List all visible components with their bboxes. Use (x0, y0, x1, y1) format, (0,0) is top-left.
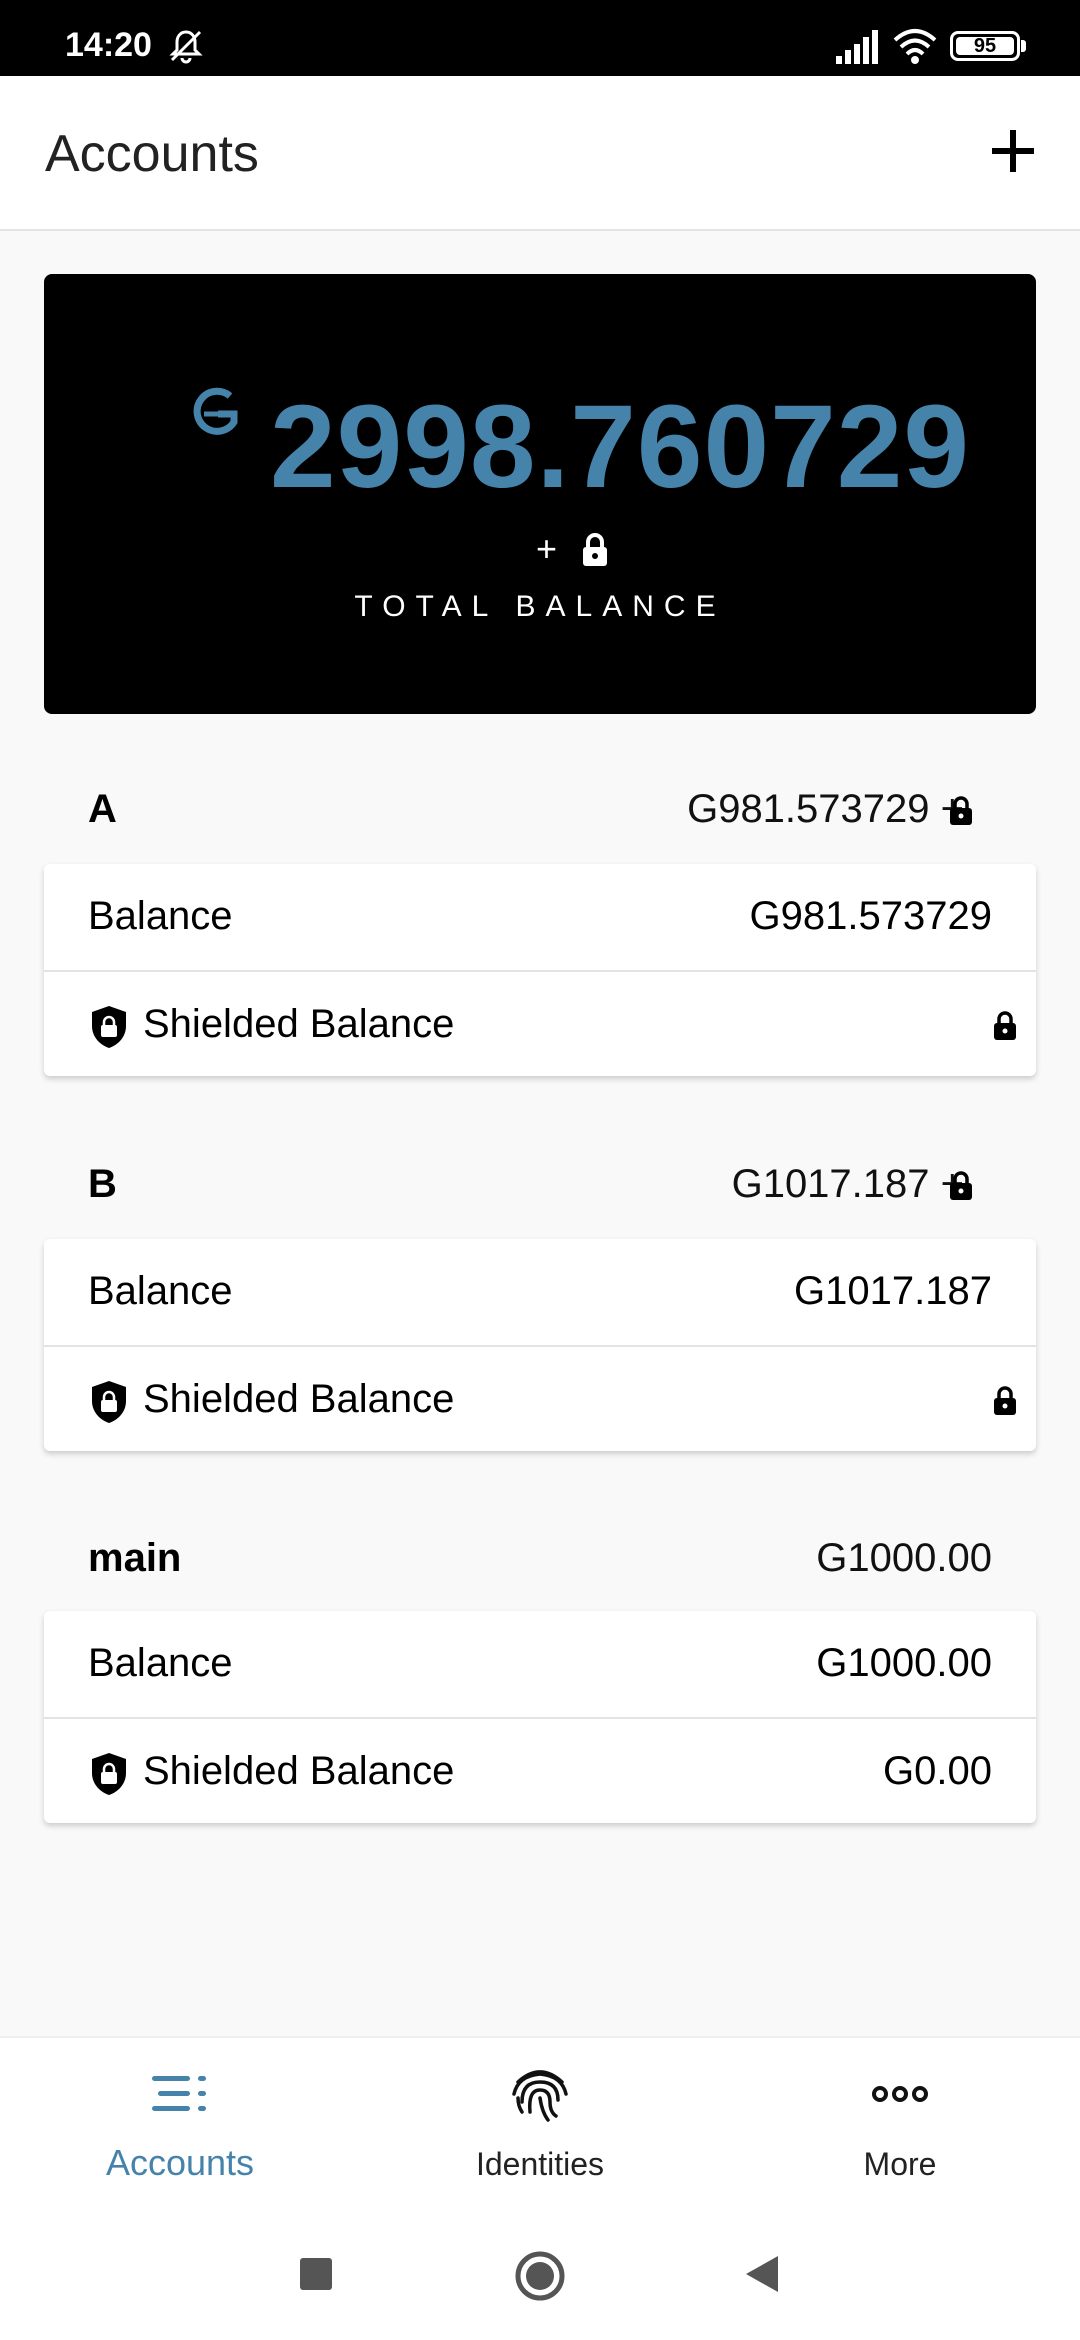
page-title: Accounts (45, 125, 259, 183)
app-header: Accounts (0, 76, 1080, 231)
battery-level: 95 (973, 35, 997, 57)
total-plus: + (536, 528, 558, 569)
nav-label: Accounts (105, 2142, 255, 2183)
fingerprint-icon (512, 2070, 568, 2122)
account-total: G1017.187 + (731, 1162, 964, 1206)
balance-label: Balance (88, 1269, 233, 1313)
system-navigation-bar (0, 2210, 1080, 2340)
balance-label: Balance (88, 1641, 233, 1685)
balance-row: Balance G1000.00 (44, 1611, 1036, 1717)
nav-label: More (863, 2146, 937, 2182)
account-total: G1000.00 (816, 1536, 992, 1580)
back-button[interactable] (744, 2254, 780, 2294)
nav-accounts[interactable]: Accounts (0, 2038, 360, 2212)
shielded-balance-row: Shielded Balance (44, 970, 1036, 1076)
total-balance-label: TOTAL BALANCE (354, 590, 726, 623)
lock-icon (994, 1011, 1016, 1040)
wifi-icon (893, 29, 937, 64)
shielded-balance-row: Shielded Balance G0.00 (44, 1717, 1036, 1823)
shielded-balance-row: Shielded Balance (44, 1345, 1036, 1451)
shielded-balance-label: Shielded Balance (143, 1002, 455, 1046)
lock-icon (950, 1171, 972, 1200)
add-account-button[interactable] (980, 118, 1046, 184)
mute-icon (169, 30, 203, 64)
balance-label: Balance (88, 894, 233, 938)
balance-value: G981.573729 (749, 894, 992, 938)
shielded-balance-value: G0.00 (883, 1749, 992, 1793)
balance-value: G1017.187 (794, 1269, 992, 1313)
total-balance-amount: 2998.760729 (270, 381, 971, 513)
recents-button[interactable] (300, 2258, 332, 2290)
account-card[interactable]: Balance G1000.00 Shielded Balance G0.00 (44, 1611, 1036, 1823)
home-button[interactable] (514, 2250, 566, 2302)
account-name[interactable]: main (88, 1536, 181, 1581)
nav-identities[interactable]: Identities (360, 2038, 720, 2212)
lock-icon (583, 533, 607, 566)
battery-indicator: 95 (950, 31, 1020, 61)
bottom-navigation: Accounts Identities More (0, 2036, 1080, 2210)
list-icon (152, 2076, 206, 2111)
account-card[interactable]: Balance G981.573729 Shielded Balance (44, 864, 1036, 1076)
gtu-symbol-icon (193, 387, 238, 435)
shield-icon (92, 1006, 126, 1048)
lock-icon (994, 1386, 1016, 1415)
status-time: 14:20 (65, 26, 152, 64)
status-bar: 14:20 95 (0, 0, 1080, 76)
signal-icon (836, 30, 878, 64)
balance-row: Balance G1017.187 (44, 1239, 1036, 1345)
total-balance-card: 2998.760729 + TOTAL BALANCE (44, 274, 1036, 714)
shield-icon (92, 1381, 126, 1423)
account-total: G981.573729 + (687, 787, 964, 831)
account-name[interactable]: B (88, 1162, 117, 1207)
nav-more[interactable]: More (720, 2038, 1080, 2212)
shielded-balance-label: Shielded Balance (143, 1377, 455, 1421)
lock-icon (950, 796, 972, 825)
more-icon (872, 2086, 928, 2102)
balance-row: Balance G981.573729 (44, 864, 1036, 970)
nav-label: Identities (475, 2146, 605, 2182)
shield-icon (92, 1753, 126, 1795)
shielded-balance-label: Shielded Balance (143, 1749, 455, 1793)
balance-value: G1000.00 (816, 1641, 992, 1685)
account-card[interactable]: Balance G1017.187 Shielded Balance (44, 1239, 1036, 1451)
account-name[interactable]: A (88, 787, 117, 832)
